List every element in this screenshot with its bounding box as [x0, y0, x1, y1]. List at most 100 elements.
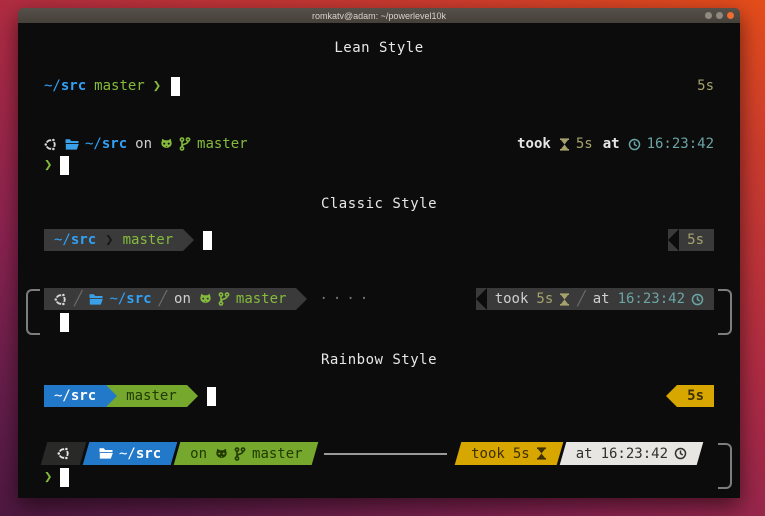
prompt-arrow: ❯ [44, 157, 52, 173]
git-branch-name: master [94, 78, 145, 94]
github-octocat-icon [199, 293, 212, 305]
rainbow-branch-segment: on master [177, 442, 315, 465]
clock-icon [674, 447, 687, 460]
lean-prompt-full-line1: ~/ src on master took 5s at [44, 133, 714, 155]
current-time: 16:23:42 [647, 136, 714, 152]
path-dir: src [102, 136, 127, 152]
lean-prompt-compact: ~/ src master ❯ 5s [44, 75, 714, 97]
path-prefix: ~/ [54, 388, 71, 404]
thin-separator: ╱ [74, 291, 82, 307]
rainbow-prompt-compact: ~/ src master 5s [44, 385, 714, 407]
git-branch-name: master [197, 136, 248, 152]
prompt-frame-right [718, 289, 732, 335]
folder-icon [89, 293, 103, 306]
command-duration: 5s [687, 232, 704, 248]
powerline-arrow [668, 229, 679, 251]
git-branch-name: master [123, 232, 174, 248]
powerline-arrow [187, 385, 198, 407]
ubuntu-desktop: romkatv@adam: ~/powerlevel10k Lean Style… [0, 0, 765, 516]
path-dir: src [71, 388, 96, 404]
rainbow-duration-segment: 5s [677, 385, 714, 407]
powerline-arrow [476, 288, 487, 310]
prompt-arrow: ❯ [44, 469, 52, 485]
command-duration: 5s [687, 388, 704, 404]
prompt-connector-line [324, 453, 448, 455]
lean-prompt-full-line2: ❯ [44, 154, 714, 176]
ubuntu-os-icon [57, 447, 70, 460]
powerline-arrow [666, 385, 677, 407]
segment-separator: ❯ [105, 232, 113, 248]
section-title: Classic Style [321, 196, 437, 212]
thin-separator: ╱ [577, 291, 585, 307]
maximize-button[interactable] [716, 12, 723, 19]
close-button[interactable] [727, 12, 734, 19]
path-prefix: ~/ [109, 291, 126, 307]
path-dir: src [126, 291, 151, 307]
rainbow-prompt-full-line2: ❯ [44, 466, 714, 488]
prompt-arrow: ❯ [153, 78, 161, 94]
powerline-arrow [183, 229, 194, 251]
took-label: took [495, 291, 529, 307]
terminal-screen[interactable]: Lean Style ~/ src master ❯ 5s ~/ src [18, 23, 740, 498]
ubuntu-os-icon [44, 138, 57, 151]
on-label: on [174, 291, 191, 307]
github-octocat-icon [215, 448, 228, 460]
rainbow-time-segment: at 16:23:42 [563, 442, 700, 465]
text-cursor [60, 468, 69, 487]
on-label: on [190, 446, 207, 462]
path-prefix: ~/ [85, 136, 102, 152]
text-cursor [60, 156, 69, 175]
classic-prompt-compact: ~/ src ❯ master 5s [44, 229, 714, 251]
classic-duration-segment: 5s [668, 229, 714, 251]
path-prefix: ~/ [119, 446, 136, 462]
gap-filler-dots: ···· [319, 291, 373, 307]
took-label: took [471, 446, 505, 462]
git-branch-icon [179, 137, 191, 151]
git-branch-name: master [236, 291, 287, 307]
terminal-window: romkatv@adam: ~/powerlevel10k Lean Style… [18, 8, 740, 498]
text-cursor [207, 387, 216, 406]
rainbow-duration-segment: took 5s [458, 442, 560, 465]
path-prefix: ~/ [54, 232, 71, 248]
rainbow-prompt-full-line1: ~/ src on master took 5s [44, 442, 714, 465]
lean-style-heading: Lean Style [44, 37, 714, 59]
git-branch-icon [234, 447, 246, 461]
command-duration: 5s [697, 78, 714, 94]
github-octocat-icon [160, 138, 173, 150]
window-controls [705, 12, 734, 19]
hourglass-icon [536, 447, 547, 460]
clock-icon [628, 138, 641, 151]
folder-icon [65, 138, 79, 151]
classic-prompt-full-line2 [44, 311, 714, 333]
text-cursor [203, 231, 212, 250]
command-duration: 5s [513, 446, 530, 462]
rainbow-branch-segment: master [106, 385, 187, 407]
path-dir: src [61, 78, 86, 94]
git-branch-icon [218, 292, 230, 306]
current-time: 16:23:42 [601, 446, 668, 462]
window-titlebar: romkatv@adam: ~/powerlevel10k [18, 8, 740, 23]
prompt-frame-right [718, 443, 732, 489]
powerline-arrow [296, 288, 307, 310]
section-title: Rainbow Style [321, 352, 437, 368]
classic-prompt-full-line1: ╱ ~/ src ╱ on master [44, 288, 714, 310]
git-branch-name: master [252, 446, 303, 462]
folder-icon [99, 447, 113, 460]
current-time: 16:23:42 [618, 291, 685, 307]
hourglass-icon [559, 293, 570, 306]
ubuntu-os-icon [54, 293, 67, 306]
powerline-arrow [106, 385, 117, 407]
text-cursor [60, 313, 69, 332]
path-prefix: ~/ [44, 78, 61, 94]
command-duration: 5s [576, 136, 593, 152]
hourglass-icon [559, 138, 570, 151]
thin-separator: ╱ [159, 291, 167, 307]
classic-info-segment: ╱ ~/ src ╱ on master [44, 288, 296, 310]
text-cursor [171, 77, 180, 96]
section-title: Lean Style [334, 40, 423, 56]
minimize-button[interactable] [705, 12, 712, 19]
path-dir: src [71, 232, 96, 248]
on-label: on [135, 136, 152, 152]
window-title: romkatv@adam: ~/powerlevel10k [312, 11, 446, 21]
at-label: at [603, 136, 620, 152]
